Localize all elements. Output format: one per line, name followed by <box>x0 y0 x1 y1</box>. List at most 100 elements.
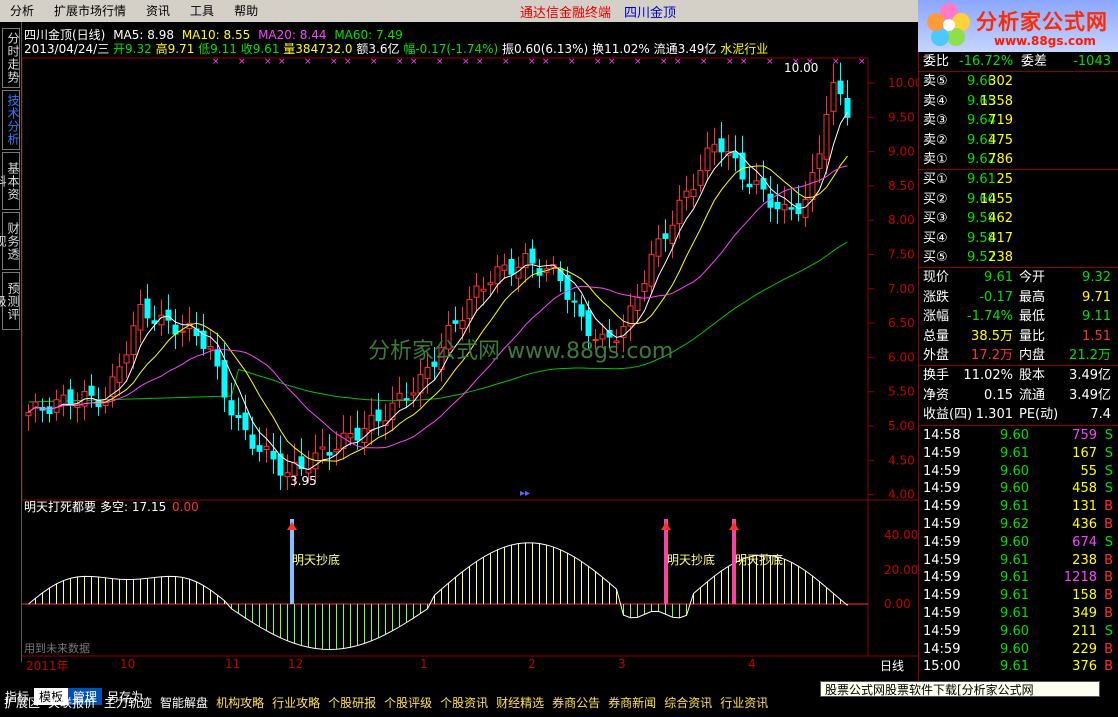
candle-body <box>165 309 172 321</box>
taskbar-item[interactable]: 行业攻略 <box>268 697 324 709</box>
tick-volume: 674 <box>1072 534 1097 550</box>
taskbar-item[interactable]: 个股评级 <box>380 697 436 709</box>
candle-body <box>410 392 417 396</box>
candle-body <box>781 203 788 211</box>
bid-volume: 462 <box>988 211 1013 226</box>
signal-marker-icon: × <box>502 57 510 67</box>
menu-help[interactable]: 帮助 <box>224 0 268 22</box>
taskbar-item[interactable]: 机构攻略 <box>212 697 268 709</box>
main-chart-frame <box>22 57 869 501</box>
candle-body <box>249 434 256 449</box>
menu-analysis[interactable]: 分析 <box>0 0 44 22</box>
tick-side: S <box>1104 428 1113 443</box>
tick-time: 14:59 <box>923 463 961 479</box>
tick-side: B <box>1104 552 1113 568</box>
menu-ext-market[interactable]: 扩展市场行情 <box>44 0 136 22</box>
tick-price: 9.60 <box>1000 481 1029 497</box>
price-axis-label: 6.00 <box>888 350 915 364</box>
candle-body <box>46 406 53 415</box>
candle-body <box>676 199 683 225</box>
taskbar-item[interactable]: 个股研报 <box>324 697 380 709</box>
ask-row: 卖④ 9.65 1358 <box>919 92 1118 112</box>
taskbar-item[interactable]: 财经精选 <box>492 697 548 709</box>
candle-body <box>242 412 249 431</box>
tick-time: 14:59 <box>923 641 961 657</box>
stat-row: 外盘 17.2万 内盘 21.2万 <box>919 346 1118 366</box>
signal-marker-icon: × <box>436 57 444 67</box>
stat-value: 38.5万 <box>971 328 1013 344</box>
download-banner[interactable]: 股票公式网股票软件下载[分析家公式网www.88gs.com] <box>820 681 1100 713</box>
candle-body <box>753 180 760 185</box>
indicator-value2: 0.00 <box>172 500 199 514</box>
taskbar-item[interactable]: 综合资讯 <box>660 697 716 709</box>
side-tab-technical[interactable]: 技术分析 <box>2 90 20 150</box>
candle-body <box>487 282 494 286</box>
candle-body <box>732 152 739 159</box>
taskbar-item[interactable]: 个股资讯 <box>436 697 492 709</box>
candle-body <box>207 345 214 350</box>
taskbar-item[interactable]: 行业资讯 <box>716 697 772 709</box>
taskbar-item[interactable]: 主力轨迹 <box>100 697 156 709</box>
taskbar-item[interactable]: 券商公告 <box>548 697 604 709</box>
wei-row: 委比 -16.72% 委差 -1043 <box>919 52 1118 72</box>
wei-bi-value: -16.72% <box>959 54 1014 69</box>
candle-body <box>25 411 32 417</box>
kline-chart-area[interactable]: 四川金顶(日线) MA5: 8.98 MA10: 8.55 MA20: 8.44… <box>22 22 918 662</box>
tick-row: 14:59 9.60 674 S <box>919 533 1118 553</box>
logo-title: 分析家公式网 <box>976 10 1108 34</box>
menu-news[interactable]: 资讯 <box>136 0 180 22</box>
candle-body <box>452 320 459 324</box>
side-tab-financials[interactable]: 财务透视 <box>0 212 20 270</box>
side-tab-fundamentals[interactable]: 基本资料 <box>0 152 20 210</box>
scroll-marker-icon[interactable]: ▸▸ <box>520 488 530 499</box>
signal-marker-icon: × <box>674 57 682 67</box>
ask-volume: 302 <box>988 74 1013 89</box>
candle-body <box>144 298 151 319</box>
signal-marker-icon: × <box>726 57 734 67</box>
signal-marker-icon: × <box>370 57 378 67</box>
stat-value: 7.4 <box>1090 407 1111 422</box>
signal-label-3: 明天抄底 <box>735 552 783 567</box>
side-tab-rating[interactable]: 预测评级 <box>0 272 20 330</box>
candle-body <box>375 409 382 422</box>
price-axis-label: 9.00 <box>888 145 915 159</box>
candle-body <box>319 446 326 450</box>
stat-value: 9.32 <box>1082 270 1111 285</box>
tick-price: 9.61 <box>1000 606 1029 621</box>
tick-row: 14:59 9.61 167 S <box>919 444 1118 464</box>
taskbar-item[interactable]: 券商新闻 <box>604 697 660 709</box>
bid-label: 买⑤ <box>923 250 948 265</box>
candle-body <box>648 253 655 287</box>
ask-volume: 1358 <box>979 93 1013 109</box>
bid-label: 买④ <box>923 230 948 246</box>
tick-row: 14:59 9.61 238 B <box>919 551 1118 571</box>
stat-value: 9.71 <box>1082 289 1111 305</box>
menu-tools[interactable]: 工具 <box>180 0 224 22</box>
tick-row: 14:59 9.60 211 S <box>919 622 1118 642</box>
tick-time: 15:00 <box>923 659 961 675</box>
up-arrow-icon <box>729 522 739 530</box>
signal-marker-icon: × <box>634 57 642 67</box>
stat-label: PE(动) <box>1019 407 1059 422</box>
candle-body <box>480 288 487 292</box>
bid-volume: 25 <box>996 172 1013 187</box>
tick-side: S <box>1104 481 1113 497</box>
taskbar-item[interactable]: 智能解盘 <box>156 697 212 709</box>
time-tick-2: 2 <box>528 657 536 671</box>
period-label[interactable]: 日线 <box>880 657 904 674</box>
bid-row: 买⑤ 9.57 238 <box>919 248 1118 268</box>
candle-body <box>466 299 473 320</box>
candle-body <box>221 360 228 398</box>
bid-volume: 238 <box>988 250 1013 265</box>
stat-label: 流通 <box>1019 387 1046 403</box>
tick-volume: 436 <box>1072 517 1097 532</box>
stat-label: 涨幅 <box>923 309 950 324</box>
candle-body <box>669 224 676 244</box>
taskbar-item[interactable]: 关联报价 <box>44 697 100 709</box>
stat-value: 9.61 <box>984 270 1013 285</box>
signal-marker-icon: × <box>740 57 748 67</box>
signal-label-2: 明天抄底 <box>667 552 715 567</box>
taskbar-item[interactable]: 扩展区 <box>0 697 44 709</box>
side-tab-intraday[interactable]: 分时走势 <box>2 28 20 88</box>
candle-body <box>711 143 718 153</box>
